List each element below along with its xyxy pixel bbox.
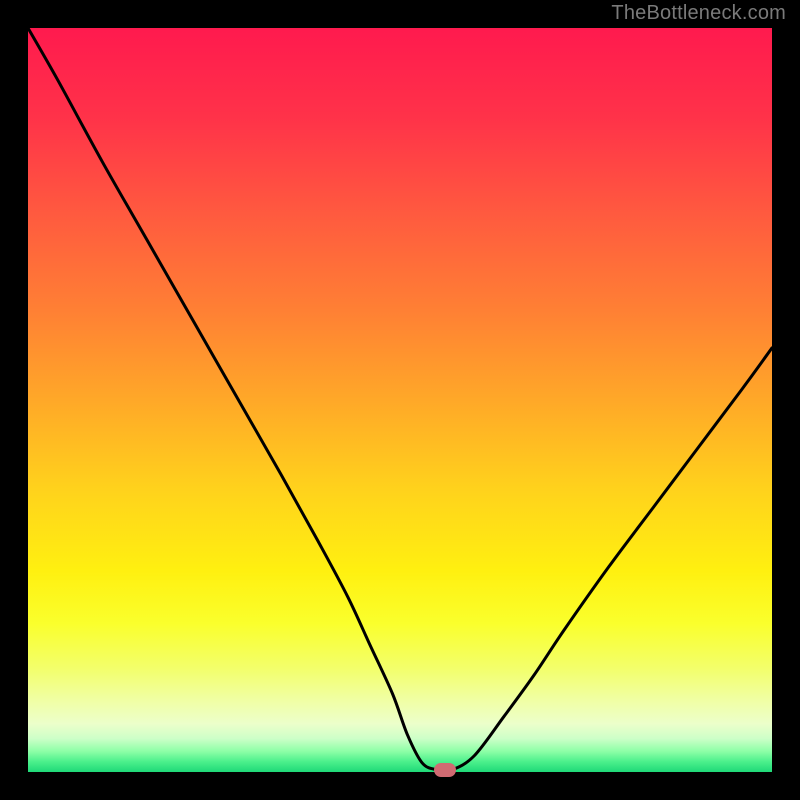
gradient-background: [28, 28, 772, 772]
plot-area: [28, 28, 772, 772]
chart-svg: [28, 28, 772, 772]
watermark-text: TheBottleneck.com: [611, 2, 786, 25]
chart-frame: TheBottleneck.com: [0, 0, 800, 800]
